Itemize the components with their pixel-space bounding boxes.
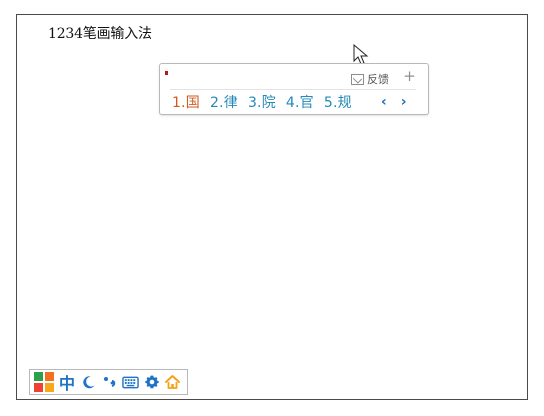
pin-icon[interactable]: + <box>403 69 416 84</box>
page-title: 1234笔画输入法 <box>48 26 152 42</box>
page-arrows: ‹ › <box>381 93 407 111</box>
candidate-5[interactable]: 5.规 <box>324 92 352 112</box>
gear-icon[interactable] <box>143 373 160 391</box>
punctuation-icon[interactable] <box>101 373 118 391</box>
mail-icon <box>351 73 364 85</box>
candidate-3[interactable]: 3.院 <box>248 92 276 112</box>
candidate-2[interactable]: 2.律 <box>210 92 238 112</box>
home-icon[interactable] <box>164 373 181 391</box>
ime-status-bar: 中 <box>29 369 188 395</box>
chevron-left-icon[interactable]: ‹ <box>381 93 387 111</box>
divider <box>170 89 416 90</box>
feedback-label: 反馈 <box>367 73 389 86</box>
candidate-list: 1.国 2.律 3.院 4.官 5.规 <box>172 92 352 112</box>
app-window: 1234笔画输入法 反馈 + 1.国 2.律 3.院 4.官 5.规 ‹ › 中 <box>16 14 528 400</box>
candidate-1[interactable]: 1.国 <box>172 92 200 112</box>
feedback-button[interactable]: 反馈 <box>351 71 389 87</box>
input-marker <box>165 71 168 75</box>
logo-icon[interactable] <box>34 372 54 392</box>
ime-candidate-window: 反馈 + 1.国 2.律 3.院 4.官 5.规 ‹ › <box>159 63 429 115</box>
keyboard-icon[interactable] <box>122 373 139 391</box>
chevron-right-icon[interactable]: › <box>401 93 407 111</box>
chinese-mode-button[interactable]: 中 <box>58 370 76 394</box>
moon-icon[interactable] <box>80 373 97 391</box>
candidate-4[interactable]: 4.官 <box>286 92 314 112</box>
